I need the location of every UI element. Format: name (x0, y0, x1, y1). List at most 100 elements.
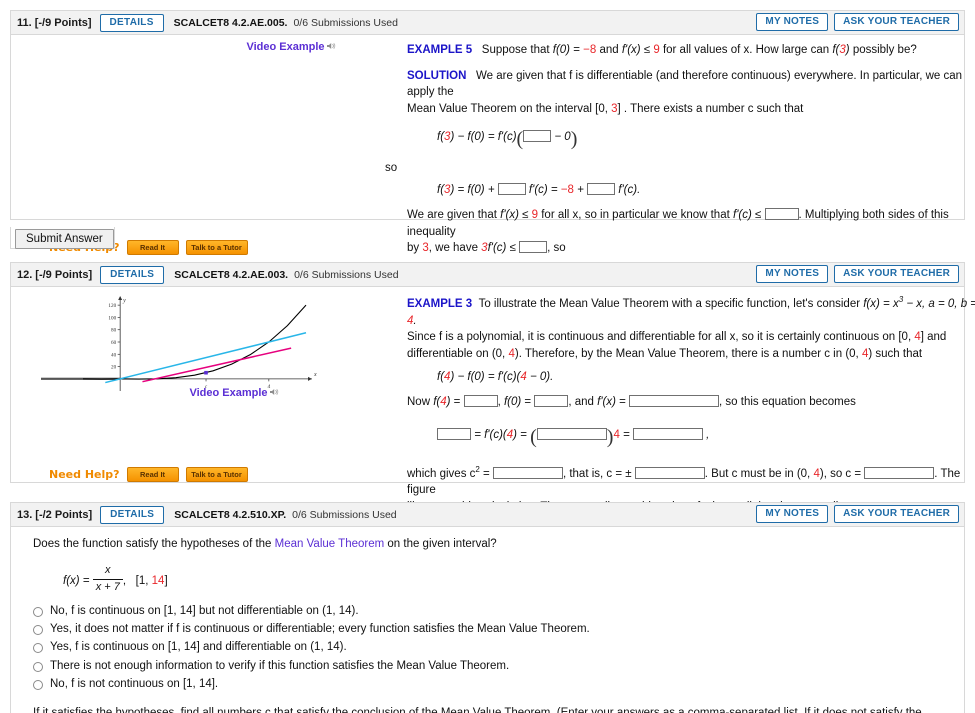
mean-value-theorem-link[interactable]: Mean Value Theorem (275, 538, 385, 550)
question-points: [-/9 Points] (34, 16, 92, 29)
ask-your-teacher-button[interactable]: ASK YOUR TEACHER (834, 13, 959, 31)
prompt-text-b: for all values of x. How large can (659, 44, 833, 56)
line-1a: To illustrate the Mean Value Theorem wit… (478, 297, 864, 310)
paragraph-2: We are given that f'(x) ≤ 9 for all x, s… (407, 208, 949, 255)
my-notes-button[interactable]: MY NOTES (756, 505, 829, 523)
details-button[interactable]: DETAILS (100, 505, 165, 524)
answer-blank-paren[interactable] (536, 427, 607, 440)
my-notes-button[interactable]: MY NOTES (756, 265, 829, 283)
mc-option[interactable]: No, f is not continuous on [1, 14]. (33, 677, 958, 692)
line-2a: Since f is a polynomial, it is continuou… (407, 331, 915, 344)
svg-text:80: 80 (111, 328, 117, 334)
mc-option[interactable]: Yes, f is continuous on [1, 14] and diff… (33, 640, 958, 655)
example-tag: EXAMPLE 3 (407, 297, 473, 310)
question-header-actions: MY NOTES ASK YOUR TEACHER (756, 13, 959, 31)
radio-icon[interactable] (33, 661, 43, 672)
my-notes-button[interactable]: MY NOTES (756, 13, 829, 31)
now-text-a: Now (407, 396, 434, 409)
svg-text:60: 60 (111, 340, 117, 346)
solution-tag: SOLUTION (407, 69, 467, 82)
example-3-paragraph: EXAMPLE 3 To illustrate the Mean Value T… (407, 295, 975, 360)
interval-b: ] (164, 574, 168, 587)
answer-blank-f4[interactable] (463, 395, 498, 408)
submissions-used: 0/6 Submissions Used (292, 508, 397, 521)
fraction: x x + 7 (92, 563, 123, 596)
question-number: 11. (17, 16, 32, 29)
radio-icon[interactable] (33, 680, 43, 691)
para2-text-f: , so (547, 242, 566, 255)
answer-blank-c2[interactable] (492, 466, 563, 479)
question-12-body: y x 20 40 60 80 100 120 c 4 Video Example EXAMPLE… (10, 287, 975, 513)
question-points: [-/9 Points] (35, 268, 93, 281)
answer-blank-f0[interactable] (534, 395, 569, 408)
so-label-1: so (385, 161, 398, 174)
svg-text:100: 100 (108, 315, 116, 321)
submissions-used: 0/6 Submissions Used (293, 16, 398, 29)
answer-blank-fprime[interactable] (629, 395, 720, 408)
solution-line-2a: Mean Value Theorem on the interval [0, (407, 103, 612, 116)
line-3c: ) such that (868, 347, 923, 360)
mc-option[interactable]: There is not enough information to verif… (33, 659, 958, 674)
now-text-d: , so this equation becomes (719, 396, 856, 409)
answer-blank-cpm[interactable] (634, 466, 705, 479)
video-example-link[interactable]: Video Example (189, 387, 267, 399)
details-button[interactable]: DETAILS (100, 265, 165, 284)
answer-blank-lhs[interactable] (437, 427, 471, 440)
need-help-label: Need Help? (49, 468, 120, 481)
answer-blank-1[interactable] (523, 129, 552, 142)
question-header-actions: MY NOTES ASK YOUR TEACHER (756, 505, 959, 523)
mc-option[interactable]: Yes, it does not matter if f is continuo… (33, 622, 958, 637)
mc-option[interactable]: No, f is continuous on [1, 14] but not d… (33, 604, 958, 619)
answer-blank-c[interactable] (864, 466, 935, 479)
which-text-d: ), so c = (819, 467, 862, 480)
question-11-header: 11. [-/9 Points] DETAILS SCALCET8 4.2.AE… (10, 10, 965, 35)
le-1: ≤ (640, 44, 654, 56)
details-button[interactable]: DETAILS (99, 13, 164, 32)
question-number: 12. (17, 268, 33, 281)
radio-icon[interactable] (33, 606, 43, 617)
talk-to-tutor-button[interactable]: Talk to a Tutor (185, 240, 248, 255)
solution-line-2b: ] . There exists a number c such that (617, 103, 804, 116)
equation-1-q12: f(4) − f(0) = f'(c)(4 − 0). (437, 370, 554, 383)
line-3a: differentiable on (0, (407, 347, 509, 360)
question-header-actions: MY NOTES ASK YOUR TEACHER (756, 265, 959, 283)
submit-answer-wrap-11: Submit Answer (10, 227, 115, 249)
interval-value-14: 14 (151, 574, 165, 587)
answer-blank-result[interactable] (632, 427, 703, 440)
line-2b: ] and (920, 331, 947, 344)
question-12: 12. [-/9 Points] DETAILS SCALCET8 4.2.AE… (10, 262, 975, 513)
talk-to-tutor-button[interactable]: Talk to a Tutor (185, 467, 248, 482)
svg-text:20: 20 (111, 365, 117, 371)
prompt-text-a: Suppose that (481, 44, 553, 56)
video-example-link[interactable]: Video Example (246, 41, 324, 53)
submit-answer-button[interactable]: Submit Answer (15, 229, 114, 249)
answer-blank-4[interactable] (764, 208, 799, 221)
mc-option-label: There is not enough information to verif… (50, 659, 510, 672)
answer-blank-5[interactable] (519, 241, 548, 254)
question-13-body: Does the function satisfy the hypotheses… (10, 527, 965, 713)
question-13: 13. [-/2 Points] DETAILS SCALCET8 4.2.51… (10, 502, 965, 713)
radio-icon[interactable] (33, 643, 43, 654)
read-it-button[interactable]: Read It (126, 240, 179, 255)
fprime-x-symbol-2: f'(x) (500, 209, 519, 222)
fprime-x-symbol-12: f'(x) (597, 396, 616, 409)
ask-your-teacher-button[interactable]: ASK YOUR TEACHER (834, 265, 959, 283)
mc-option-label: Yes, it does not matter if f is continuo… (50, 622, 590, 635)
question-13-content: Does the function satisfy the hypotheses… (33, 536, 958, 713)
ask-your-teacher-button[interactable]: ASK YOUR TEACHER (834, 505, 959, 523)
function-definition: f(x) = x x + 7, [1, 14] (63, 563, 958, 596)
equation-2-q12: = f'(c)(4) = ()4 = , (437, 423, 975, 452)
answer-blank-2[interactable] (497, 183, 526, 196)
answer-blank-3[interactable] (587, 183, 616, 196)
value-minus-8: −8 (583, 44, 597, 56)
svg-text:120: 120 (108, 303, 116, 309)
which-text-b: , that is, c = ± (562, 467, 632, 480)
which-text-c: . But c must be in (0, (704, 467, 814, 480)
radio-icon[interactable] (33, 624, 43, 635)
para2-text-b: for all x, so in particular we know that (538, 209, 733, 222)
mc-option-label: Yes, f is continuous on [1, 14] and diff… (50, 641, 347, 654)
example-3-content: EXAMPLE 3 To illustrate the Mean Value T… (407, 294, 975, 516)
svg-text:40: 40 (111, 352, 117, 358)
svg-text:y: y (122, 298, 126, 304)
read-it-button[interactable]: Read It (126, 467, 179, 482)
